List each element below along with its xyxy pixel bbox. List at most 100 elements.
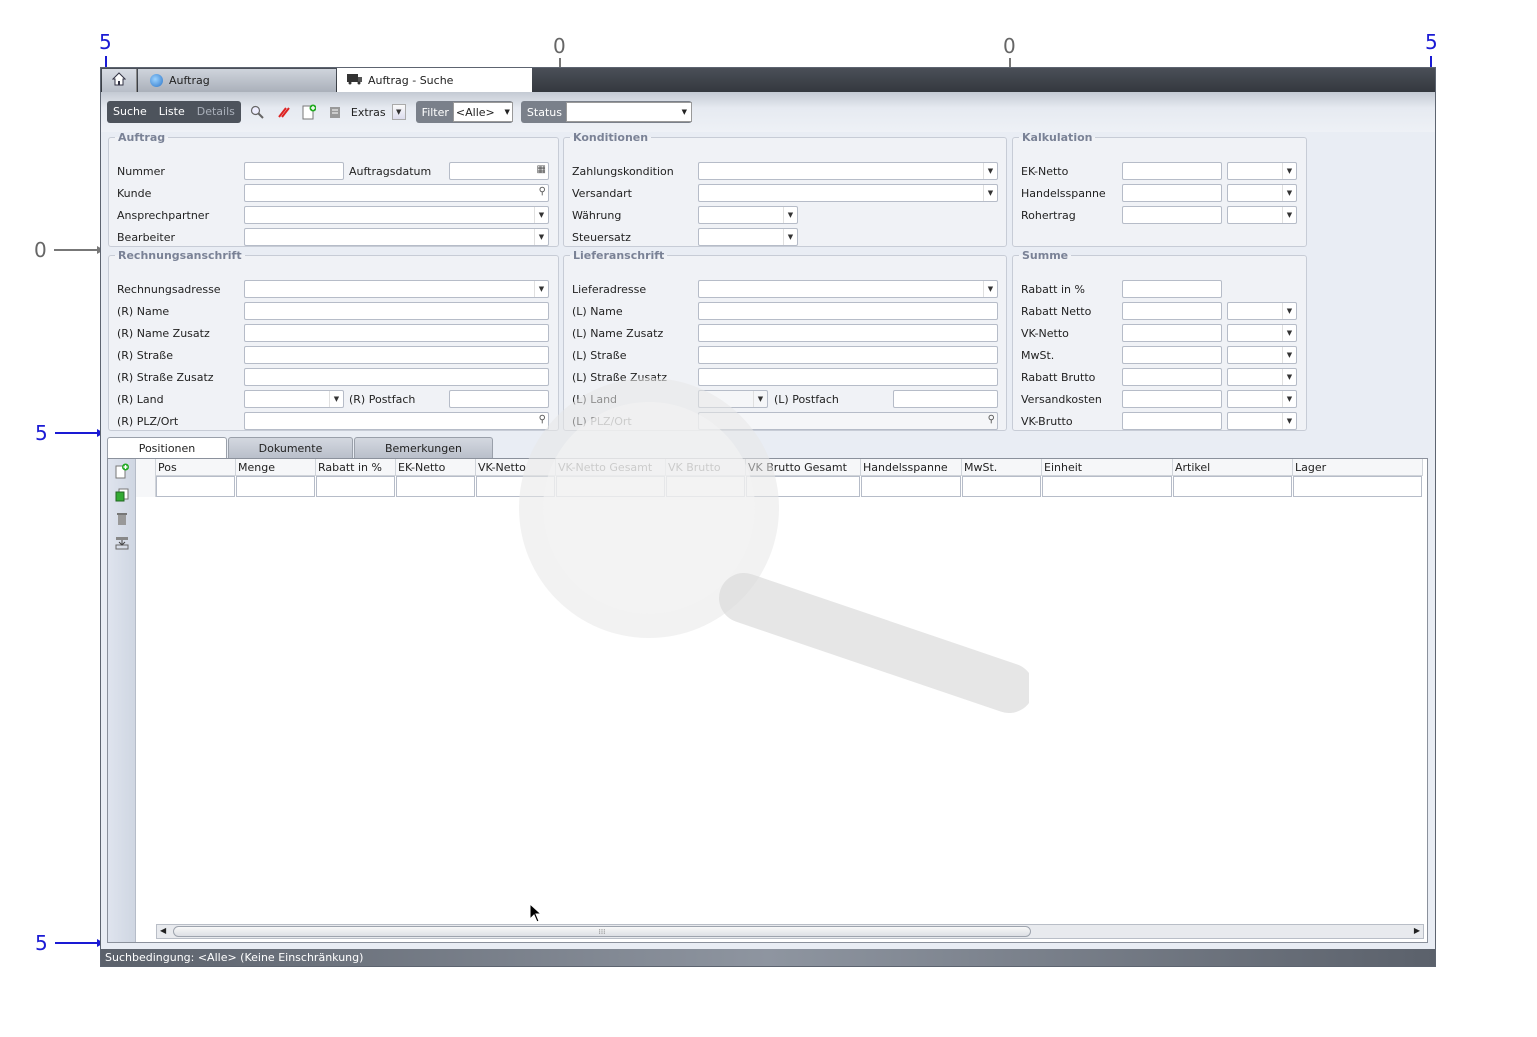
scroll-right-icon[interactable]: ▶ <box>1414 926 1420 935</box>
ansprechpartner-select[interactable]: ▼ <box>244 206 549 224</box>
rabatt-prozent-field[interactable] <box>1122 280 1222 298</box>
eraser-icon[interactable] <box>273 102 293 122</box>
delete-row-icon[interactable] <box>114 511 130 527</box>
steuersatz-select[interactable]: ▼ <box>698 228 798 246</box>
column-header[interactable]: Artikel <box>1173 459 1293 476</box>
kunde-field[interactable]: ⚲ <box>244 184 549 202</box>
column-header[interactable]: Lager <box>1293 459 1423 476</box>
crumb-details[interactable]: Details <box>191 101 241 123</box>
column-filter-input[interactable] <box>476 476 555 497</box>
r-land-select[interactable]: ▼ <box>244 390 344 408</box>
zahlungskondition-select[interactable]: ▼ <box>698 162 998 180</box>
column-header[interactable]: Rabatt in % <box>316 459 396 476</box>
rechnungsadresse-select[interactable]: ▼ <box>244 280 549 298</box>
versandkosten-select[interactable]: ▼ <box>1227 390 1297 408</box>
search-icon[interactable]: ⚲ <box>539 414 546 425</box>
column-filter-input[interactable] <box>861 476 961 497</box>
l-strasse-field[interactable] <box>698 346 998 364</box>
search-icon[interactable]: ⚲ <box>539 186 546 197</box>
tab-bemerkungen[interactable]: Bemerkungen <box>354 437 493 458</box>
handelsspanne-field[interactable] <box>1122 184 1222 202</box>
rabatt-brutto-field[interactable] <box>1122 368 1222 386</box>
mwst-select[interactable]: ▼ <box>1227 346 1297 364</box>
ek-netto-field[interactable] <box>1122 162 1222 180</box>
l-name-zusatz-field[interactable] <box>698 324 998 342</box>
search-icon[interactable] <box>247 102 267 122</box>
nummer-field[interactable] <box>244 162 344 180</box>
copy-row-icon[interactable] <box>114 487 130 503</box>
vk-brutto-field[interactable] <box>1122 412 1222 430</box>
tab-positionen[interactable]: Positionen <box>107 437 227 459</box>
column-filter-input[interactable] <box>666 476 745 497</box>
search-icon[interactable]: ⚲ <box>988 414 995 425</box>
r-name-field[interactable] <box>244 302 549 320</box>
calendar-icon[interactable]: ▦ <box>537 164 546 175</box>
l-land-select[interactable]: ▼ <box>698 390 768 408</box>
column-filter-input[interactable] <box>746 476 860 497</box>
l-plz-ort-field[interactable]: ⚲ <box>698 412 998 430</box>
column-header[interactable]: MwSt. <box>962 459 1042 476</box>
r-strasse-field[interactable] <box>244 346 549 364</box>
filter-select[interactable]: <Alle> ▼ <box>452 102 513 122</box>
scroll-thumb[interactable]: ⁞⁞⁞ <box>173 926 1031 937</box>
column-header[interactable]: VK-Netto <box>476 459 556 476</box>
notes-icon[interactable] <box>325 102 345 122</box>
crumb-suche[interactable]: Suche <box>107 101 153 123</box>
tab-dokumente[interactable]: Dokumente <box>228 437 353 458</box>
import-icon[interactable] <box>114 535 130 551</box>
vk-brutto-select[interactable]: ▼ <box>1227 412 1297 430</box>
rabatt-netto-select[interactable]: ▼ <box>1227 302 1297 320</box>
bearbeiter-label: Bearbeiter <box>117 230 175 244</box>
status-select[interactable]: ▼ <box>565 102 692 122</box>
l-strasse-zusatz-field[interactable] <box>698 368 998 386</box>
extras-label[interactable]: Extras <box>351 106 386 119</box>
waehrung-select[interactable]: ▼ <box>698 206 798 224</box>
scroll-left-icon[interactable]: ◀ <box>160 926 166 935</box>
column-filter-input[interactable] <box>156 476 235 497</box>
rohertrag-field[interactable] <box>1122 206 1222 224</box>
auftragsdatum-field[interactable]: ▦ <box>449 162 549 180</box>
column-filter-input[interactable] <box>556 476 665 497</box>
tab-auftrag-suche[interactable]: Auftrag - Suche <box>337 68 532 92</box>
column-header[interactable]: VK Brutto <box>666 459 746 476</box>
crumb-liste[interactable]: Liste <box>153 101 191 123</box>
column-header[interactable]: Menge <box>236 459 316 476</box>
mwst-field[interactable] <box>1122 346 1222 364</box>
l-name-field[interactable] <box>698 302 998 320</box>
column-header[interactable]: VK-Netto Gesamt <box>556 459 666 476</box>
r-name-zusatz-field[interactable] <box>244 324 549 342</box>
column-header[interactable]: VK Brutto Gesamt <box>746 459 861 476</box>
vk-netto-select[interactable]: ▼ <box>1227 324 1297 342</box>
column-filter-input[interactable] <box>1293 476 1422 497</box>
rabatt-netto-field[interactable] <box>1122 302 1222 320</box>
r-postfach-field[interactable] <box>449 390 549 408</box>
l-postfach-field[interactable] <box>893 390 998 408</box>
column-filter-input[interactable] <box>396 476 475 497</box>
horizontal-scrollbar[interactable]: ◀ ⁞⁞⁞ ▶ <box>156 924 1424 939</box>
column-filter-input[interactable] <box>1173 476 1292 497</box>
versandkosten-field[interactable] <box>1122 390 1222 408</box>
column-header[interactable]: Pos <box>156 459 236 476</box>
extras-dropdown[interactable]: ▼ <box>391 104 406 120</box>
column-filter-input[interactable] <box>236 476 315 497</box>
column-header[interactable]: EK-Netto <box>396 459 476 476</box>
r-plz-ort-field[interactable]: ⚲ <box>244 412 549 430</box>
ek-netto-select[interactable]: ▼ <box>1227 162 1297 180</box>
column-header[interactable]: Handelsspanne <box>861 459 962 476</box>
bearbeiter-select[interactable]: ▼ <box>244 228 549 246</box>
column-header[interactable]: Einheit <box>1042 459 1173 476</box>
tab-home[interactable] <box>102 69 137 92</box>
new-document-icon[interactable] <box>299 102 319 122</box>
column-filter-input[interactable] <box>316 476 395 497</box>
handelsspanne-select[interactable]: ▼ <box>1227 184 1297 202</box>
vk-netto-field[interactable] <box>1122 324 1222 342</box>
add-row-icon[interactable] <box>114 463 130 479</box>
column-filter-input[interactable] <box>1042 476 1172 497</box>
rabatt-brutto-select[interactable]: ▼ <box>1227 368 1297 386</box>
tab-auftrag[interactable]: Auftrag <box>138 69 336 92</box>
rohertrag-select[interactable]: ▼ <box>1227 206 1297 224</box>
lieferadresse-select[interactable]: ▼ <box>698 280 998 298</box>
versandart-select[interactable]: ▼ <box>698 184 998 202</box>
column-filter-input[interactable] <box>962 476 1041 497</box>
r-strasse-zusatz-field[interactable] <box>244 368 549 386</box>
